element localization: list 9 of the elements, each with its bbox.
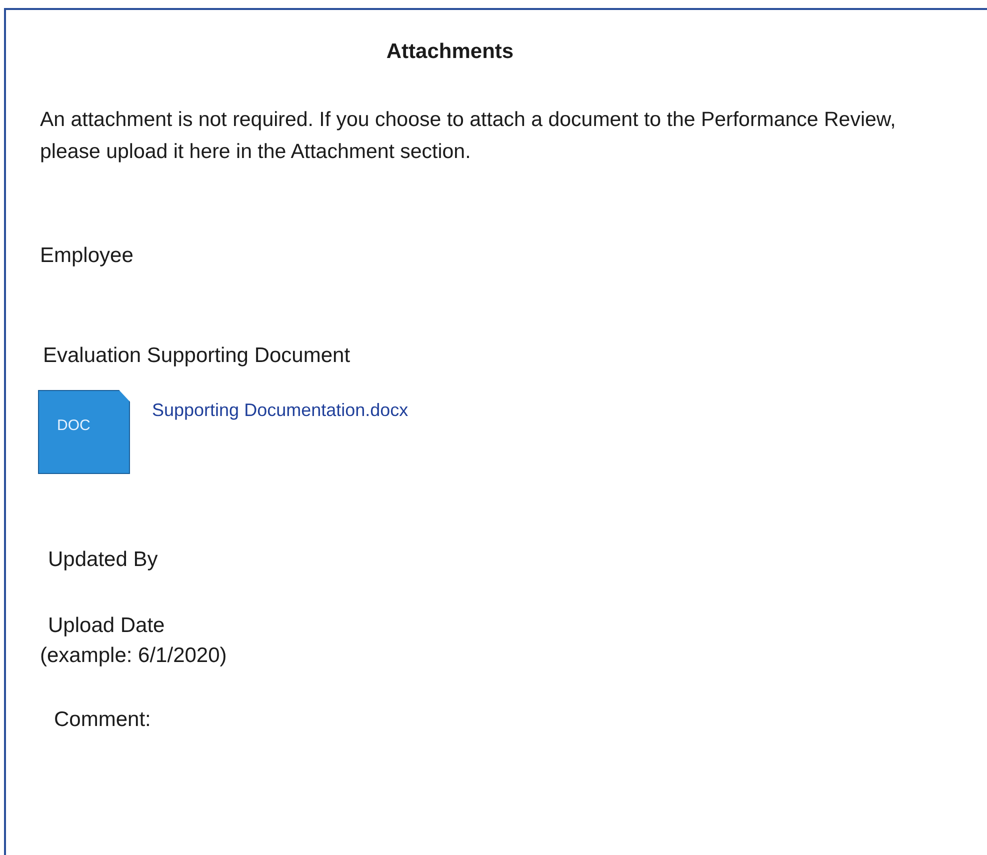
date-format-hint: (example: 6/1/2020) — [40, 644, 228, 668]
instructions-text: An attachment is not required. If you choose to attach a document to the Performance Review, please upload it here in the Attachment section. — [40, 107, 897, 165]
file-link[interactable]: Supporting Documentation.docx — [152, 400, 408, 421]
field-label: Upload Date — [48, 614, 166, 638]
field-label: Updated By — [48, 548, 159, 572]
section-title: Attachments — [385, 40, 515, 64]
field-label: Employee — [40, 244, 134, 268]
field-label: Evaluation Supporting Document — [43, 344, 352, 368]
field-label: Comment: — [54, 708, 152, 732]
